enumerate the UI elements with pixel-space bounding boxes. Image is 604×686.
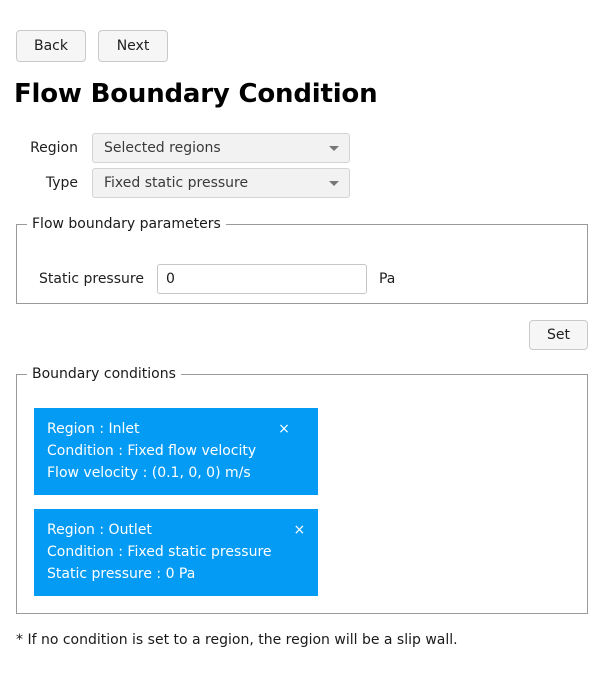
type-dropdown-value: Fixed static pressure [104,175,249,191]
close-icon[interactable]: × [294,519,306,541]
flow-boundary-parameters-legend: Flow boundary parameters [32,216,221,232]
region-selector-row: Region Selected regions [16,133,350,163]
condition-card-text: Region : Inlet Condition : Fixed flow ve… [47,418,256,484]
chevron-down-icon [329,145,339,151]
condition-value: Flow velocity : (0.1, 0, 0) m/s [47,465,251,481]
static-pressure-unit: Pa [378,271,396,287]
back-button[interactable]: Back [16,30,86,62]
condition-card-text: Region : Outlet Condition : Fixed static… [47,519,272,585]
type-selector-row: Type Fixed static pressure [16,168,350,198]
next-button[interactable]: Next [98,30,168,62]
condition-type: Condition : Fixed flow velocity [47,443,257,459]
condition-type: Condition : Fixed static pressure [47,544,272,560]
navigation-bar: Back Next [16,30,168,62]
condition-value: Static pressure : 0 Pa [47,566,196,582]
list-item[interactable]: Region : Outlet Condition : Fixed static… [34,509,319,596]
condition-region: Region : Outlet [47,522,152,538]
footnote-text: * If no condition is set to a region, th… [16,632,458,648]
list-item[interactable]: Region : Inlet Condition : Fixed flow ve… [34,408,319,495]
condition-region: Region : Inlet [47,421,140,437]
boundary-conditions-group: Boundary conditions Region : Inlet Condi… [16,366,588,614]
boundary-conditions-legend: Boundary conditions [32,366,176,382]
region-dropdown-value: Selected regions [104,140,221,156]
chevron-down-icon [329,180,339,186]
region-dropdown[interactable]: Selected regions [92,133,350,163]
static-pressure-row: Static pressure Pa [39,264,395,294]
static-pressure-input[interactable] [156,264,367,294]
flow-boundary-parameters-group: Flow boundary parameters Static pressure… [16,216,588,304]
boundary-conditions-list: Region : Inlet Condition : Fixed flow ve… [34,408,319,610]
page-title: Flow Boundary Condition [14,79,378,109]
set-button[interactable]: Set [529,320,588,350]
type-label: Type [45,175,78,191]
close-icon[interactable]: × [278,418,290,440]
region-label: Region [30,140,78,156]
type-dropdown[interactable]: Fixed static pressure [92,168,350,198]
static-pressure-label: Static pressure [39,271,144,287]
